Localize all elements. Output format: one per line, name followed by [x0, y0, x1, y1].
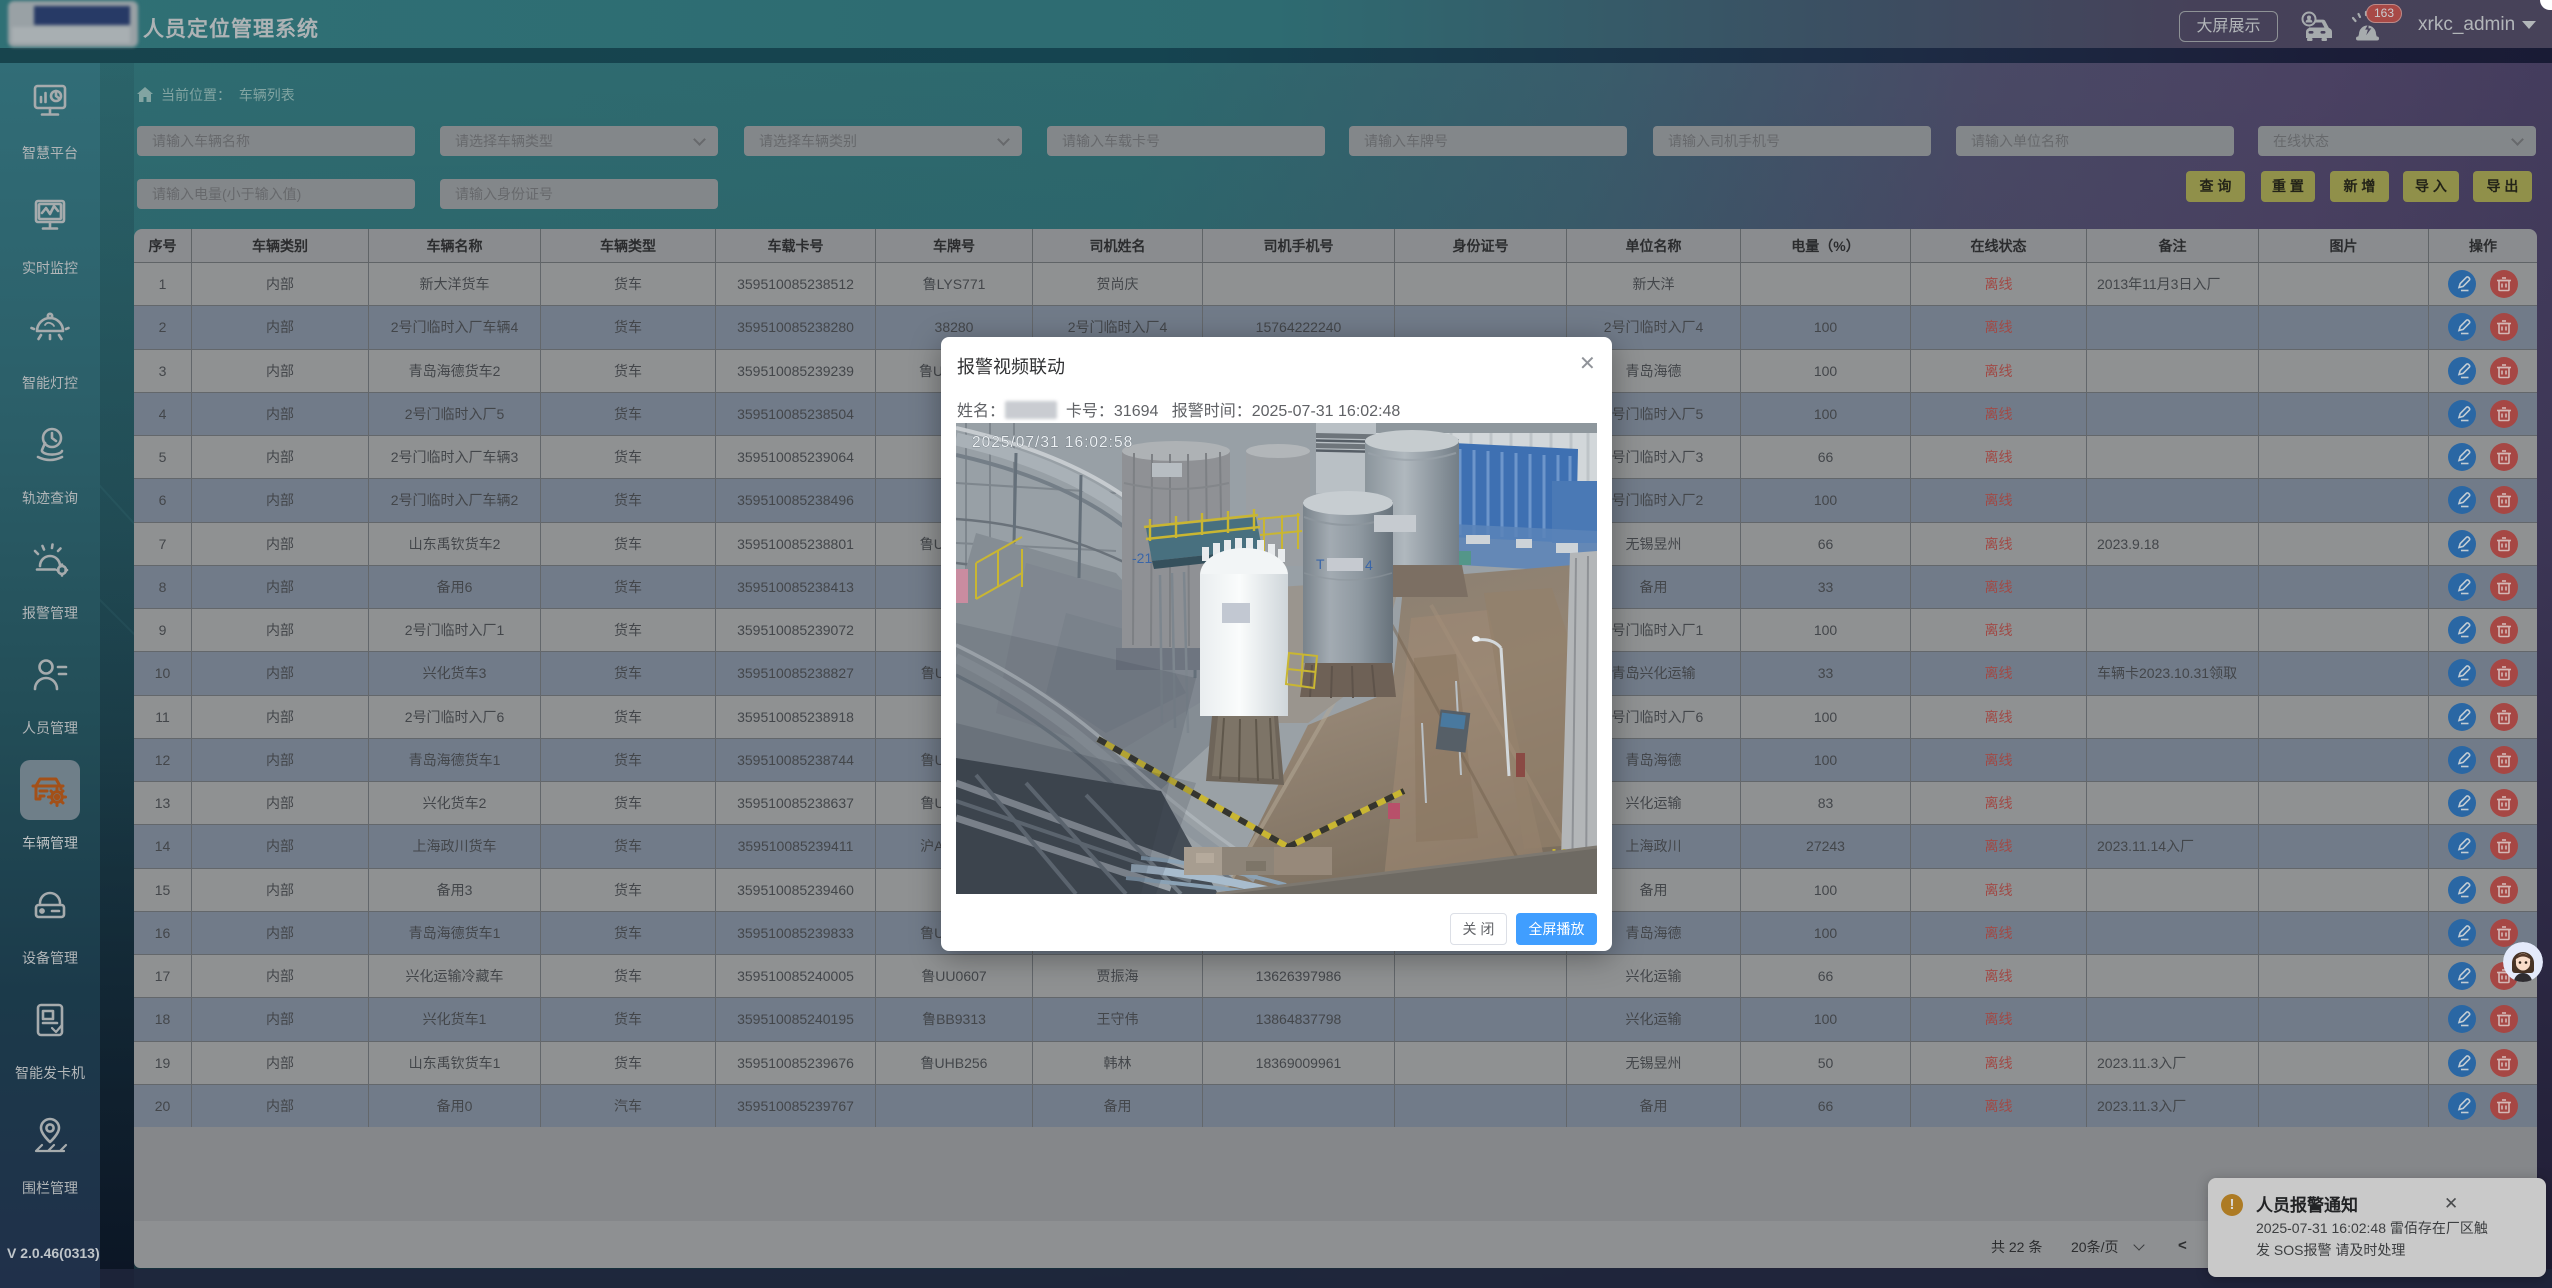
svg-text:4: 4 [1365, 557, 1373, 573]
svg-text:2025/07/31 16:02:58: 2025/07/31 16:02:58 [972, 434, 1133, 451]
svg-text:T: T [1316, 556, 1325, 572]
